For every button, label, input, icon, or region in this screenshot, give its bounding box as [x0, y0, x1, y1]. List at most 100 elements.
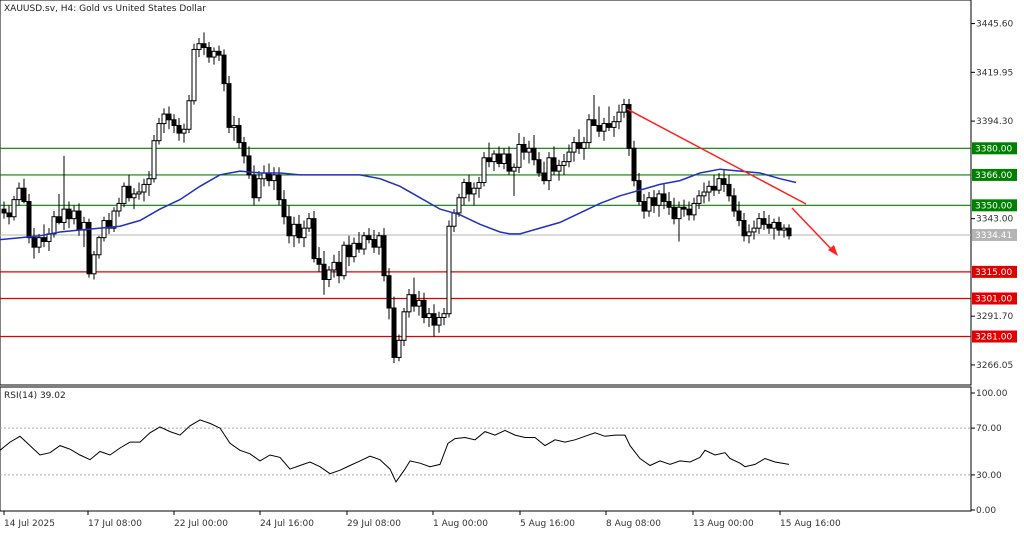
candle-body-144	[721, 178, 727, 185]
candle-body-8	[41, 237, 47, 242]
rsi-tick-label-3: 0.00	[976, 506, 996, 516]
time-tick-label-3: 24 Jul 16:00	[260, 519, 314, 529]
candle-body-137	[686, 208, 692, 216]
candle-body-85	[426, 313, 432, 319]
candle-body-90	[451, 212, 457, 227]
candle-body-36	[181, 128, 187, 134]
chart-canvas: 3445.60 3419.95 3394.30 3343.00 3291.70 3266.…	[0, 0, 1017, 529]
candle-body-122	[611, 121, 617, 128]
time-tick-label-1: 17 Jul 08:00	[88, 519, 142, 529]
candle-body-117	[586, 119, 592, 144]
candle-body-135	[676, 206, 682, 220]
candle-body-62	[311, 218, 317, 260]
candle-body-118	[591, 119, 597, 126]
candle-body-44	[221, 54, 227, 85]
candle-body-151	[756, 218, 762, 229]
candle-body-101	[506, 153, 512, 172]
candle-body-39	[196, 43, 202, 50]
candle-body-146	[731, 195, 737, 212]
price-tick-label-3: 3343.00	[976, 215, 1013, 225]
support-label-1: 3301.00	[975, 294, 1012, 304]
candle-body-18	[91, 254, 97, 275]
candle-body-42	[211, 50, 217, 58]
candle-body-22	[111, 210, 117, 229]
candle-body-115	[576, 142, 582, 149]
candle-body-113	[566, 151, 572, 163]
candle-body-34	[171, 119, 177, 126]
candle-body-72	[361, 235, 367, 250]
candle-body-46	[231, 124, 237, 128]
candle-body-132	[661, 193, 667, 203]
candle-body-12	[61, 208, 67, 223]
candle-body-83	[416, 299, 422, 307]
candle-body-79	[396, 339, 402, 358]
candle-body-11	[56, 216, 62, 223]
time-tick-label-4: 29 Jul 08:00	[347, 519, 401, 529]
candle-body-99	[496, 153, 502, 165]
candle-body-139	[696, 195, 702, 204]
candle-body-54	[271, 174, 277, 182]
candle-body-76	[381, 235, 387, 277]
candle-body-63	[316, 258, 322, 265]
candle-body-126	[631, 147, 637, 182]
candle-body-23	[116, 202, 122, 212]
candle-body-73	[366, 235, 372, 241]
candle-body-26	[131, 193, 137, 199]
current-price-label: 3334.41	[975, 231, 1012, 241]
support-label-0: 3315.00	[975, 268, 1012, 278]
candle-body-51	[256, 178, 262, 199]
support-label-2: 3281.00	[975, 333, 1012, 343]
candle-body-121	[606, 123, 612, 128]
candle-body-89	[446, 225, 452, 315]
candle-body-47	[236, 124, 242, 144]
candle-body-6	[31, 237, 37, 248]
price-axis: 3445.60 3419.95 3394.30 3343.00 3291.70 3266.…	[971, 20, 1013, 371]
candle-body-155	[776, 221, 782, 231]
candle-body-71	[356, 242, 362, 250]
candle-body-50	[251, 174, 257, 199]
candle-body-61	[306, 218, 312, 229]
candle-body-130	[651, 197, 657, 206]
candle-body-7	[36, 237, 42, 248]
candle-body-14	[71, 210, 77, 220]
candle-body-88	[441, 313, 447, 319]
candle-body-15	[76, 210, 82, 231]
candle-body-134	[671, 206, 677, 220]
candle-body-157	[786, 227, 792, 237]
candle-body-107	[536, 159, 542, 174]
candle-body-149	[746, 231, 752, 237]
rsi-tick-label-1: 70.00	[976, 424, 1002, 434]
candle-body-65	[326, 269, 332, 280]
candle-body-10	[51, 216, 57, 235]
candle-body-41	[206, 47, 212, 58]
candle-body-95	[476, 182, 482, 189]
candle-body-45	[226, 83, 232, 128]
candle-body-57	[286, 216, 292, 237]
candle-body-52	[261, 172, 267, 180]
candle-body-31	[156, 123, 162, 142]
candle-body-153	[766, 223, 772, 229]
candle-body-129	[646, 197, 652, 212]
candle-body-112	[561, 161, 567, 166]
rsi-title: RSI(14) 39.02	[4, 391, 66, 401]
candle-body-82	[411, 294, 417, 307]
resistance-label-1: 3366.00	[975, 171, 1012, 181]
price-tick-label-0: 3445.60	[976, 20, 1013, 30]
candle-body-40	[201, 43, 207, 49]
candle-body-30	[151, 140, 157, 180]
candle-body-94	[471, 187, 477, 195]
candle-body-100	[501, 153, 507, 165]
candle-body-152	[761, 218, 767, 225]
candle-body-32	[161, 113, 167, 125]
candle-body-0	[1, 208, 7, 214]
time-tick-label-5: 1 Aug 00:00	[433, 519, 488, 529]
candle-body-148	[741, 220, 747, 237]
candle-body-28	[141, 183, 147, 193]
candle-body-84	[421, 299, 427, 319]
candle-body-136	[681, 206, 687, 210]
candle-body-37	[186, 100, 192, 130]
candle-body-103	[516, 143, 522, 168]
candle-body-138	[691, 202, 697, 216]
candle-body-145	[726, 183, 732, 197]
candle-body-133	[666, 201, 672, 208]
